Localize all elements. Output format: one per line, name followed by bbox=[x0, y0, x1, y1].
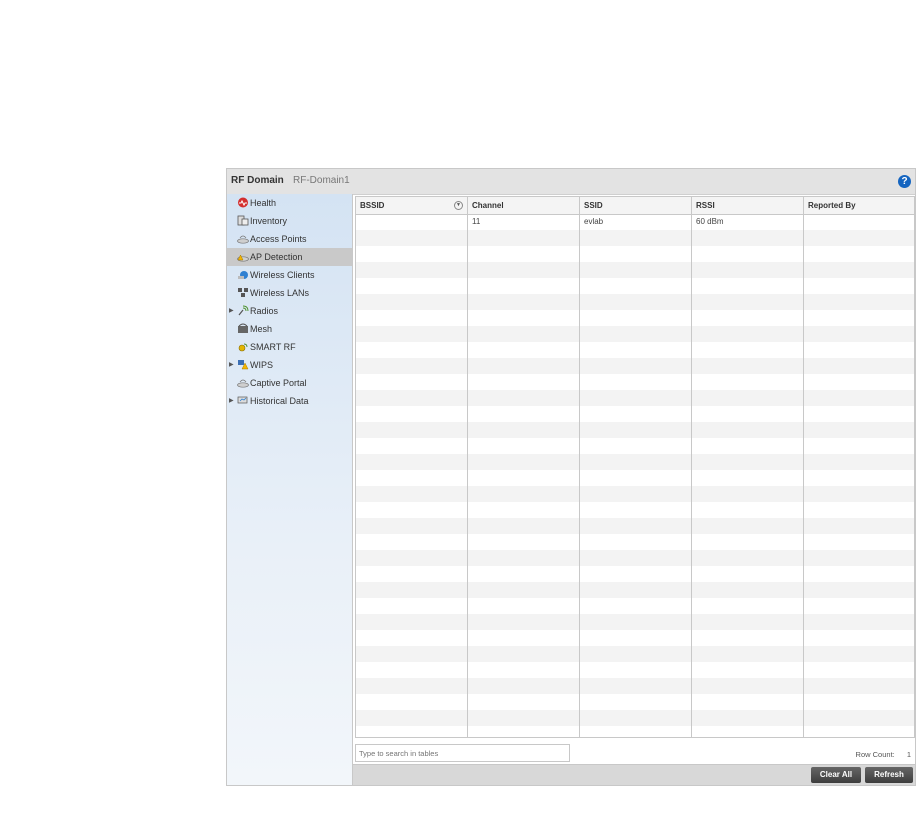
column-divider bbox=[803, 214, 804, 737]
rf-domain-panel: RF Domain RF-Domain1 ? Health Inventory … bbox=[226, 168, 916, 786]
column-options-icon[interactable]: ▼ bbox=[454, 201, 463, 210]
empty-table-row bbox=[356, 326, 914, 342]
sidebar: Health Inventory Access Points AP Detect… bbox=[227, 194, 353, 785]
empty-table-row bbox=[356, 726, 914, 737]
row-count: Row Count: 1 bbox=[856, 750, 911, 759]
empty-table-row bbox=[356, 710, 914, 726]
sidebar-item-radios[interactable]: ▶ Radios bbox=[227, 302, 352, 320]
empty-table-row bbox=[356, 534, 914, 550]
inventory-icon bbox=[237, 215, 249, 226]
empty-table-row bbox=[356, 278, 914, 294]
empty-table-row bbox=[356, 630, 914, 646]
table-body: 11 evlab 60 dBm bbox=[356, 214, 914, 737]
cell-channel: 11 bbox=[472, 217, 481, 226]
empty-table-row bbox=[356, 454, 914, 470]
column-header-ssid[interactable]: SSID bbox=[580, 197, 692, 214]
column-header-rssi[interactable]: RSSI bbox=[692, 197, 804, 214]
empty-table-row bbox=[356, 310, 914, 326]
wireless-clients-icon bbox=[238, 271, 248, 279]
cell-bssid bbox=[356, 214, 468, 230]
radios-icon bbox=[238, 305, 249, 316]
empty-table-row bbox=[356, 678, 914, 694]
expand-arrow-icon[interactable]: ▶ bbox=[229, 356, 234, 374]
health-icon bbox=[238, 197, 248, 208]
historical-data-icon bbox=[237, 396, 248, 404]
clear-all-button[interactable]: Clear All bbox=[811, 767, 861, 783]
row-count-label: Row Count: bbox=[855, 750, 895, 759]
cell-reported-by bbox=[804, 214, 914, 230]
empty-table-row bbox=[356, 358, 914, 374]
refresh-button[interactable]: Refresh bbox=[865, 767, 913, 783]
page-subtitle: RF-Domain1 bbox=[293, 175, 350, 186]
empty-table-row bbox=[356, 342, 914, 358]
cell-ssid: evlab bbox=[584, 217, 604, 226]
column-header-bssid[interactable]: BSSID ▼ bbox=[356, 197, 468, 214]
empty-table-row bbox=[356, 486, 914, 502]
sidebar-item-health[interactable]: Health bbox=[227, 194, 352, 212]
empty-table-row bbox=[356, 246, 914, 262]
wips-icon bbox=[238, 360, 249, 370]
ap-detection-table: BSSID ▼ Channel SSID RSSI Reported By 11… bbox=[355, 196, 915, 738]
empty-table-row bbox=[356, 438, 914, 454]
column-divider bbox=[691, 214, 692, 737]
empty-table-row bbox=[356, 470, 914, 486]
cell-rssi: 60 dBm bbox=[696, 217, 724, 226]
sidebar-item-captive-portal[interactable]: Captive Portal bbox=[227, 374, 352, 392]
smart-rf-icon bbox=[238, 343, 248, 352]
empty-table-row bbox=[356, 230, 914, 246]
column-header-reported-by[interactable]: Reported By bbox=[804, 197, 914, 214]
access-points-icon bbox=[237, 235, 249, 244]
wireless-lans-icon bbox=[238, 288, 248, 297]
page-title: RF Domain bbox=[231, 175, 284, 186]
sidebar-item-smart-rf[interactable]: SMART RF bbox=[227, 338, 352, 356]
row-count-value: 1 bbox=[906, 750, 911, 759]
sidebar-item-historical-data[interactable]: ▶ Historical Data bbox=[227, 392, 352, 410]
empty-table-row bbox=[356, 406, 914, 422]
empty-table-row bbox=[356, 614, 914, 630]
sidebar-item-ap-detection[interactable]: AP Detection bbox=[227, 248, 352, 266]
sidebar-item-access-points[interactable]: Access Points bbox=[227, 230, 352, 248]
empty-table-row bbox=[356, 502, 914, 518]
table-header: BSSID ▼ Channel SSID RSSI Reported By bbox=[356, 197, 914, 215]
empty-table-row bbox=[356, 518, 914, 534]
ap-detection-icon bbox=[237, 254, 249, 262]
captive-portal-icon bbox=[237, 379, 249, 388]
empty-table-row bbox=[356, 550, 914, 566]
empty-table-row bbox=[356, 390, 914, 406]
sidebar-item-wips[interactable]: ▶ WIPS bbox=[227, 356, 352, 374]
table-footer: Row Count: 1 bbox=[353, 740, 916, 766]
sidebar-item-mesh[interactable]: Mesh bbox=[227, 320, 352, 338]
empty-table-row bbox=[356, 694, 914, 710]
empty-table-row bbox=[356, 374, 914, 390]
empty-table-row bbox=[356, 662, 914, 678]
expand-arrow-icon[interactable]: ▶ bbox=[229, 392, 234, 410]
empty-table-row bbox=[356, 582, 914, 598]
mesh-icon bbox=[238, 323, 248, 333]
main-content: BSSID ▼ Channel SSID RSSI Reported By 11… bbox=[353, 194, 915, 785]
help-icon[interactable]: ? bbox=[898, 175, 911, 188]
empty-table-row bbox=[356, 646, 914, 662]
empty-table-row bbox=[356, 566, 914, 582]
column-divider bbox=[467, 214, 468, 737]
table-row[interactable]: 11 evlab 60 dBm bbox=[356, 214, 914, 230]
sidebar-item-wireless-clients[interactable]: Wireless Clients bbox=[227, 266, 352, 284]
expand-arrow-icon[interactable]: ▶ bbox=[229, 302, 234, 320]
column-header-channel[interactable]: Channel bbox=[468, 197, 580, 214]
empty-table-row bbox=[356, 422, 914, 438]
column-divider bbox=[579, 214, 580, 737]
search-input[interactable] bbox=[355, 744, 570, 762]
action-bar: Clear All Refresh bbox=[353, 764, 915, 785]
empty-table-row bbox=[356, 598, 914, 614]
empty-table-row bbox=[356, 262, 914, 278]
panel-header: RF Domain RF-Domain1 ? bbox=[227, 169, 915, 195]
empty-table-row bbox=[356, 294, 914, 310]
sidebar-item-wireless-lans[interactable]: Wireless LANs bbox=[227, 284, 352, 302]
sidebar-item-inventory[interactable]: Inventory bbox=[227, 212, 352, 230]
